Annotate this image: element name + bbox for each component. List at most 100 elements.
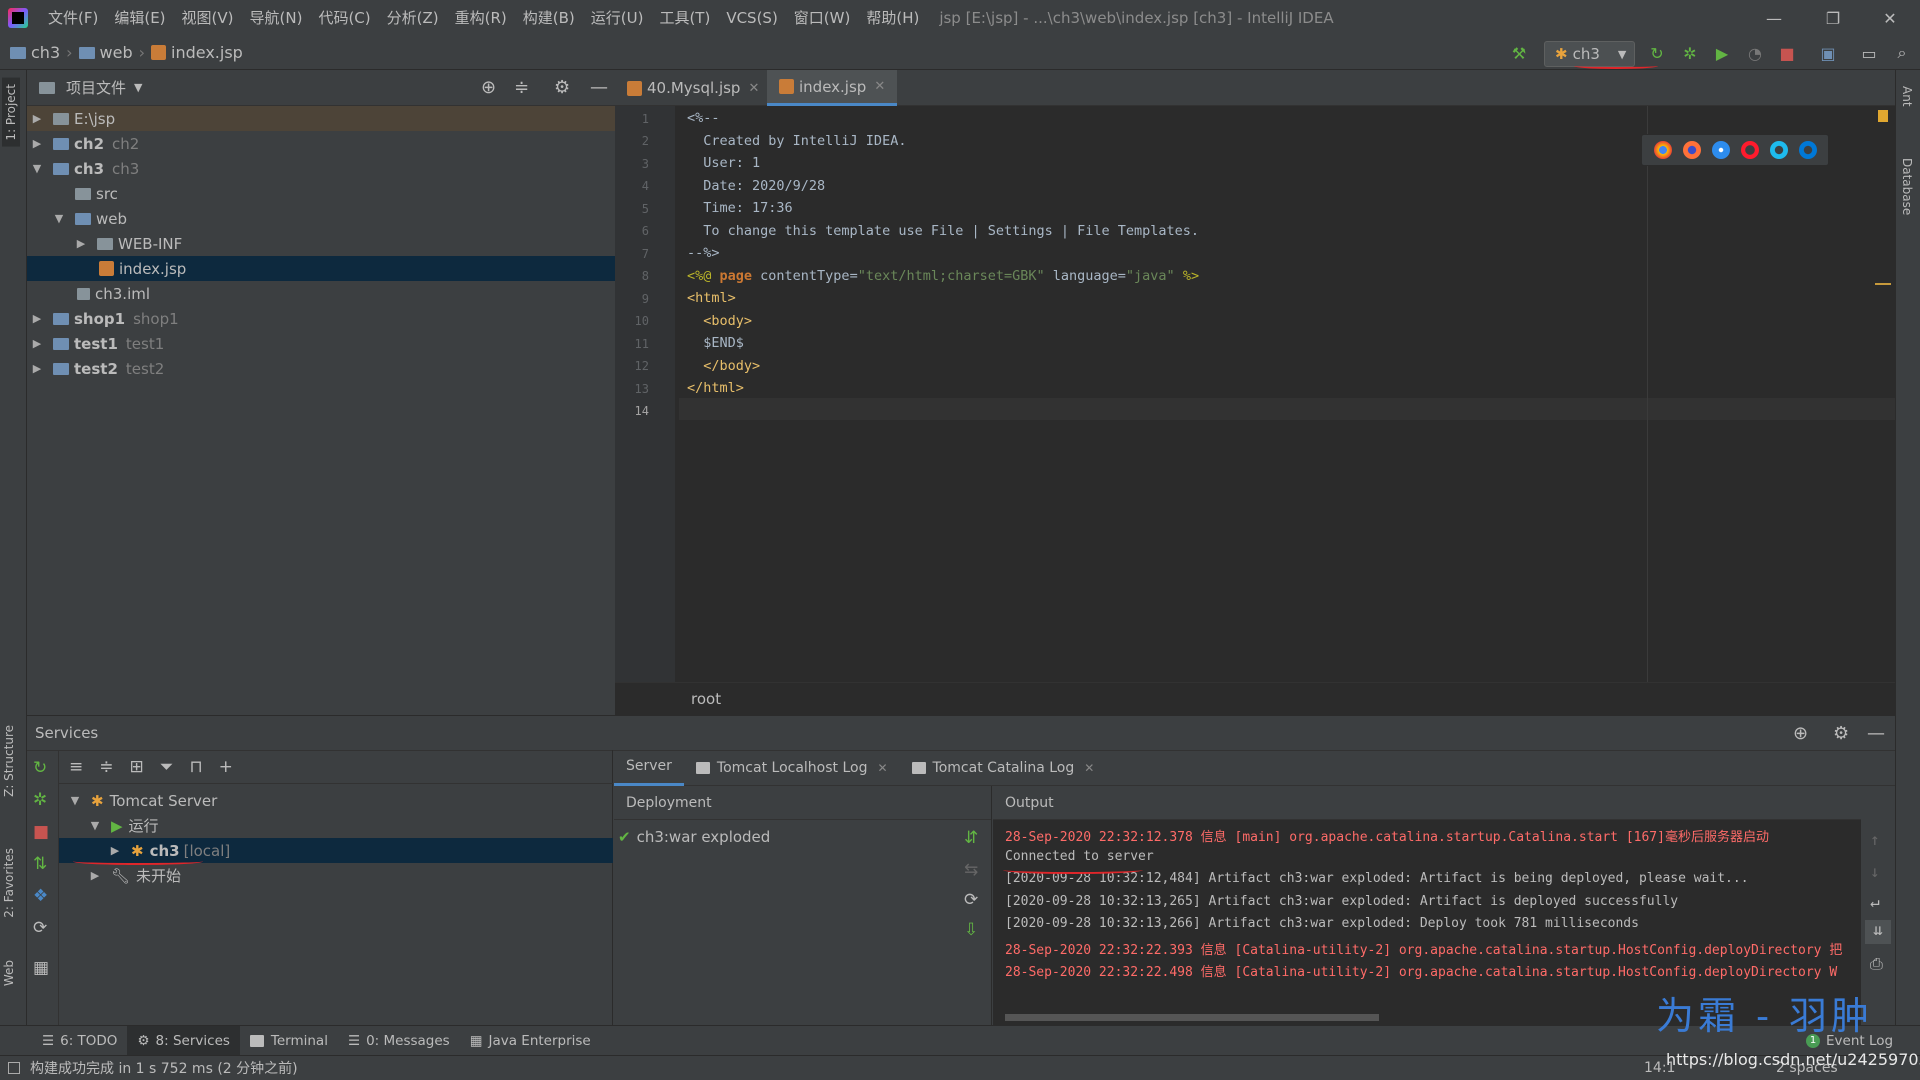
tree-item-index-jsp[interactable]: index.jsp <box>27 256 615 281</box>
safari-icon[interactable] <box>1711 141 1730 159</box>
tab-index-jsp[interactable]: index.jsp ✕ <box>767 70 898 106</box>
deploy-icon[interactable]: ⇅ <box>33 854 47 874</box>
menu-edit[interactable]: 编辑(E) <box>106 0 173 36</box>
breadcrumb-item-web[interactable]: web <box>100 43 133 62</box>
locate-icon[interactable]: ⊕ <box>1793 723 1808 744</box>
tool-tab-terminal[interactable]: Terminal <box>240 1026 338 1056</box>
close-icon[interactable]: ✕ <box>877 761 887 775</box>
opera-icon[interactable] <box>1740 141 1759 159</box>
expand-icon[interactable]: ▶ <box>31 362 43 375</box>
rerun-icon[interactable]: ↻ <box>33 758 47 778</box>
tree-item-test2[interactable]: ▶ test2 test2 <box>27 356 615 381</box>
chrome-icon[interactable] <box>1653 141 1672 159</box>
rerun-icon[interactable]: ↻ <box>1648 44 1666 63</box>
edge-icon[interactable] <box>1798 141 1817 159</box>
tool-tab-messages[interactable]: ☰ 0: Messages <box>338 1026 460 1056</box>
add-service-icon[interactable]: + <box>219 757 233 777</box>
minimize-button[interactable]: — <box>1744 0 1804 36</box>
debug-icon[interactable]: ✲ <box>33 790 47 810</box>
tree-item-not-started[interactable]: ▶ 🔧︎ 未开始 <box>59 863 613 888</box>
collapse-icon[interactable]: ▼ <box>89 819 101 832</box>
menu-file[interactable]: 文件(F) <box>40 0 106 36</box>
tab-tomcat-localhost-log[interactable]: Tomcat Localhost Log ✕ <box>684 750 900 786</box>
collapse-icon[interactable]: ▼ <box>53 212 65 225</box>
expand-icon[interactable]: ▶ <box>89 869 101 882</box>
stop-icon[interactable]: ■ <box>1778 44 1796 63</box>
tool-tab-services[interactable]: ⚙ 8: Services <box>127 1025 240 1056</box>
arrow-down-icon[interactable]: ↓ <box>1870 862 1880 881</box>
tree-item-web-inf[interactable]: ▶ WEB-INF <box>27 231 615 256</box>
close-window-button[interactable]: ✕ <box>1860 0 1920 36</box>
tree-item-tomcat-server[interactable]: ▼ ✱ Tomcat Server <box>59 788 613 813</box>
tool-tab-todo[interactable]: ☰ 6: TODO <box>32 1026 127 1056</box>
presentation-icon[interactable]: ▭ <box>1860 44 1878 63</box>
arrow-up-icon[interactable]: ↑ <box>1870 830 1880 849</box>
close-icon[interactable]: ✕ <box>1084 761 1094 775</box>
layout-icon[interactable]: ▦ <box>33 958 49 978</box>
chevron-down-icon[interactable]: ▼ <box>134 81 142 94</box>
tree-item-running[interactable]: ▼ ▶ 运行 <box>59 813 613 838</box>
inspection-warning-icon[interactable] <box>1878 110 1888 122</box>
breadcrumb-item-ch3[interactable]: ch3 <box>31 43 60 62</box>
code-editor[interactable]: 1 2 3 4 5 6 7 8 9 10 11 12 13 14 <%-- Cr… <box>615 106 1895 682</box>
project-structure-icon[interactable]: ▣ <box>1819 44 1837 63</box>
collapse-all-icon[interactable]: ≑ <box>514 77 529 98</box>
deploy-icon[interactable]: ⇵ <box>964 828 978 848</box>
undeploy-icon[interactable]: ⇆ <box>964 860 978 880</box>
locate-icon[interactable]: ⊕ <box>481 77 496 98</box>
tree-item-src[interactable]: src <box>27 181 615 206</box>
update-icon[interactable]: ⇩ <box>964 920 978 940</box>
menu-view[interactable]: 视图(V) <box>174 0 242 36</box>
project-view-select[interactable]: 项目文件 <box>66 77 126 98</box>
menu-code[interactable]: 代码(C) <box>310 0 378 36</box>
tool-tab-project[interactable]: 1: Project <box>2 78 20 147</box>
expand-icon[interactable]: ▶ <box>31 337 43 350</box>
tool-tab-java-enterprise[interactable]: ▦ Java Enterprise <box>460 1026 601 1056</box>
restore-button[interactable]: ❐ <box>1803 0 1863 36</box>
menu-navigate[interactable]: 导航(N) <box>242 0 311 36</box>
tree-item-root[interactable]: ▶ E:\jsp <box>27 106 615 131</box>
editor-breadcrumb[interactable]: root <box>615 682 1895 715</box>
toggle-tool-windows-icon[interactable] <box>8 1062 20 1074</box>
stop-icon[interactable]: ■ <box>33 822 49 842</box>
deployment-item[interactable]: ✔ ch3:war exploded <box>618 824 770 849</box>
close-icon[interactable]: ✕ <box>874 79 885 94</box>
tab-tomcat-catalina-log[interactable]: Tomcat Catalina Log ✕ <box>900 750 1107 786</box>
menu-vcs[interactable]: VCS(S) <box>718 0 785 36</box>
new-tab-icon[interactable]: ⊓ <box>189 757 202 777</box>
profile-icon[interactable]: ◔ <box>1746 44 1764 63</box>
tree-item-ch3-iml[interactable]: ch3.iml <box>27 281 615 306</box>
tool-tab-favorites[interactable]: 2: Favorites <box>2 848 16 918</box>
expand-icon[interactable]: ▶ <box>31 112 43 125</box>
collapse-icon[interactable]: ▼ <box>69 794 81 807</box>
filter-icon[interactable]: ⏷ <box>160 757 174 777</box>
horizontal-scrollbar[interactable] <box>1005 1014 1379 1021</box>
debug-icon[interactable]: ✲ <box>1681 44 1699 63</box>
gear-icon[interactable]: ⚙ <box>554 77 570 98</box>
expand-icon[interactable]: ▶ <box>75 237 87 250</box>
expand-icon[interactable]: ▶ <box>31 312 43 325</box>
tree-item-shop1[interactable]: ▶ shop1 shop1 <box>27 306 615 331</box>
menu-window[interactable]: 窗口(W) <box>786 0 859 36</box>
breadcrumb-item-index[interactable]: index.jsp <box>171 43 243 62</box>
soft-wrap-icon[interactable]: ↵ <box>1870 892 1880 911</box>
collapse-icon[interactable]: ▼ <box>31 162 43 175</box>
tool-tab-ant[interactable]: Ant <box>1900 86 1914 107</box>
tree-item-web[interactable]: ▼ web <box>27 206 615 231</box>
search-everywhere-icon[interactable]: ⌕ <box>1893 43 1911 62</box>
menu-build[interactable]: 构建(B) <box>515 0 583 36</box>
print-icon[interactable]: ⎙ <box>1870 954 1883 974</box>
hide-icon[interactable]: — <box>1867 723 1885 744</box>
close-icon[interactable]: ✕ <box>748 81 759 96</box>
expand-icon[interactable]: ▶ <box>109 844 121 857</box>
refresh-icon[interactable]: ⟳ <box>33 918 47 938</box>
collapse-all-icon[interactable]: ≑ <box>99 757 113 777</box>
tab-server[interactable]: Server <box>614 750 684 786</box>
tool-tab-structure[interactable]: Z: Structure <box>2 725 16 797</box>
tree-item-ch2[interactable]: ▶ ch2 ch2 <box>27 131 615 156</box>
build-hammer-icon[interactable]: ⚒ <box>1510 44 1528 63</box>
hide-icon[interactable]: — <box>590 77 608 98</box>
menu-tools[interactable]: 工具(T) <box>651 0 718 36</box>
tree-item-test1[interactable]: ▶ test1 test1 <box>27 331 615 356</box>
firefox-icon[interactable] <box>1682 141 1701 159</box>
